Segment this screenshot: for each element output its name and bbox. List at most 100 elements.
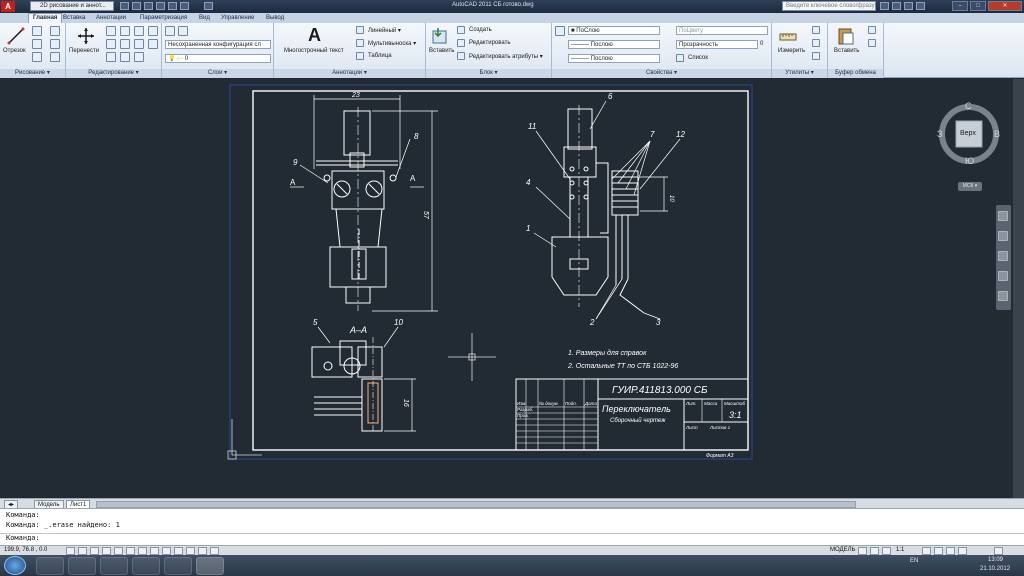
layers-panel-label[interactable]: Слои ▾ [162,69,273,78]
transparency-field[interactable]: Прозрачность [676,40,758,49]
paste-icon[interactable] [836,26,856,46]
workspace-switch-icon[interactable] [922,547,931,555]
grid-icon[interactable] [90,547,99,555]
explode-icon[interactable] [148,26,158,36]
move-icon[interactable] [76,26,96,46]
favorites-icon[interactable] [904,2,913,10]
autocad-taskbar-icon[interactable] [196,557,224,575]
tab-output[interactable]: Вывод [266,14,284,23]
edit-attributes-icon[interactable] [457,52,465,60]
create-block-icon[interactable] [457,26,465,34]
open-icon[interactable] [132,2,141,10]
clipboard-panel-label[interactable]: Буфер обмена [828,69,883,78]
tab-annotate[interactable]: Аннотации [96,14,126,23]
lineweight-dropdown[interactable]: ——— Послою [568,54,660,63]
match-properties-icon[interactable] [555,26,565,36]
layer-properties-icon[interactable] [165,26,175,36]
orbit-icon[interactable] [998,271,1008,281]
plot-icon[interactable] [204,2,213,10]
lineweight-toggle-icon[interactable] [186,547,195,555]
zoom-icon[interactable] [998,251,1008,261]
annotation-panel-label[interactable]: Аннотации ▾ [274,69,425,78]
viewcube[interactable]: С Ю З В Верх [936,101,1002,167]
insert-block-icon[interactable] [430,26,450,46]
edit-block-icon[interactable] [457,39,465,47]
media-taskbar-icon[interactable] [68,557,96,575]
help-icon[interactable] [916,2,925,10]
scale-icon[interactable] [120,52,130,62]
steering-wheel-icon[interactable] [998,211,1008,221]
ellipse-icon[interactable] [50,52,60,62]
mirror-icon[interactable] [120,39,130,49]
cut-icon[interactable] [868,26,876,34]
offset-icon[interactable] [148,39,158,49]
language-indicator[interactable]: EN [910,558,918,564]
calculator-icon[interactable] [812,52,820,60]
undo-icon[interactable] [168,2,177,10]
workspace-dropdown[interactable]: 2D рисование и аннот... [30,1,114,11]
mtext-icon[interactable]: A [308,25,321,46]
color-dropdown[interactable]: ■ ПоСлою [568,26,660,35]
navigation-bar[interactable] [996,205,1011,310]
redo-icon[interactable] [180,2,189,10]
edit-block-button[interactable]: Редактировать [469,40,510,46]
viewcube-east[interactable]: В [994,129,1000,139]
tab-insert[interactable]: Вставка [63,14,85,23]
multileader-dropdown[interactable]: Мультивыноска ▾ [368,40,416,47]
properties-panel-label[interactable]: Свойства ▾ [552,69,771,78]
drawing-canvas[interactable]: 23 57 9 8 A A 16 5 10 А–А 6 11 7 12 4 1 … [0,79,1024,498]
trim-icon[interactable] [120,26,130,36]
osnap-icon[interactable] [126,547,135,555]
clock-date[interactable]: 21.10.2012 [980,566,1010,572]
model-space-toggle[interactable]: МОДЕЛЬ [830,547,855,553]
start-button-icon[interactable] [4,556,26,575]
fillet-icon[interactable] [134,39,144,49]
3dosnap-icon[interactable] [138,547,147,555]
infer-constraints-icon[interactable] [66,547,75,555]
edit-attributes-dropdown[interactable]: Редактировать атрибуты ▾ [469,53,543,60]
tab-home[interactable]: Главная [28,13,63,23]
app-taskbar-icon[interactable] [132,557,160,575]
array-icon[interactable] [134,52,144,62]
search-input[interactable]: Введите ключевое слово/фразу [782,1,876,11]
modify-panel-label[interactable]: Редактирование ▾ [66,69,161,78]
linetype-dropdown[interactable]: ——— Послою [568,40,660,49]
chrome-taskbar-icon[interactable] [100,557,128,575]
isolate-objects-icon[interactable] [958,547,967,555]
list-button[interactable]: Список [688,55,708,61]
showmotion-icon[interactable] [998,291,1008,301]
hardware-accel-icon[interactable] [946,547,955,555]
clock-time[interactable]: 13:09 [988,557,1003,563]
copy-icon[interactable] [106,39,116,49]
explorer-taskbar-icon[interactable] [36,557,64,575]
ucs-dropdown[interactable]: МСК ▾ [958,182,982,191]
erase-icon[interactable] [134,26,144,36]
quick-view-drawings-icon[interactable] [870,547,879,555]
viewcube-face-top[interactable]: Верх [960,130,976,137]
draw-panel-label[interactable]: Рисование ▾ [0,69,65,78]
new-icon[interactable] [120,2,129,10]
rectangle-icon[interactable] [50,26,60,36]
minimize-button[interactable]: – [952,1,968,11]
block-panel-label[interactable]: Блок ▾ [426,69,551,78]
viewcube-west[interactable]: З [937,129,942,139]
copy-clip-icon[interactable] [868,39,876,47]
communication-center-icon[interactable] [892,2,901,10]
rotate-icon[interactable] [106,26,116,36]
ducs-icon[interactable] [162,547,171,555]
utility-taskbar-icon[interactable] [164,557,192,575]
autocad-logo-icon[interactable]: A [1,1,15,12]
snap-icon[interactable] [78,547,87,555]
multileader-icon[interactable] [356,39,364,47]
viewcube-north[interactable]: С [965,101,972,111]
plotstyle-dropdown[interactable]: ПоЦвету [676,26,768,35]
tab-view[interactable]: Вид [199,14,210,23]
table-icon[interactable] [356,52,364,60]
save-icon[interactable] [144,2,153,10]
lock-icon[interactable] [934,547,943,555]
maximize-button[interactable]: □ [970,1,986,11]
saveas-icon[interactable] [156,2,165,10]
circle-icon[interactable] [32,39,42,49]
close-button[interactable]: ✕ [988,1,1022,11]
hatch-icon[interactable] [50,39,60,49]
